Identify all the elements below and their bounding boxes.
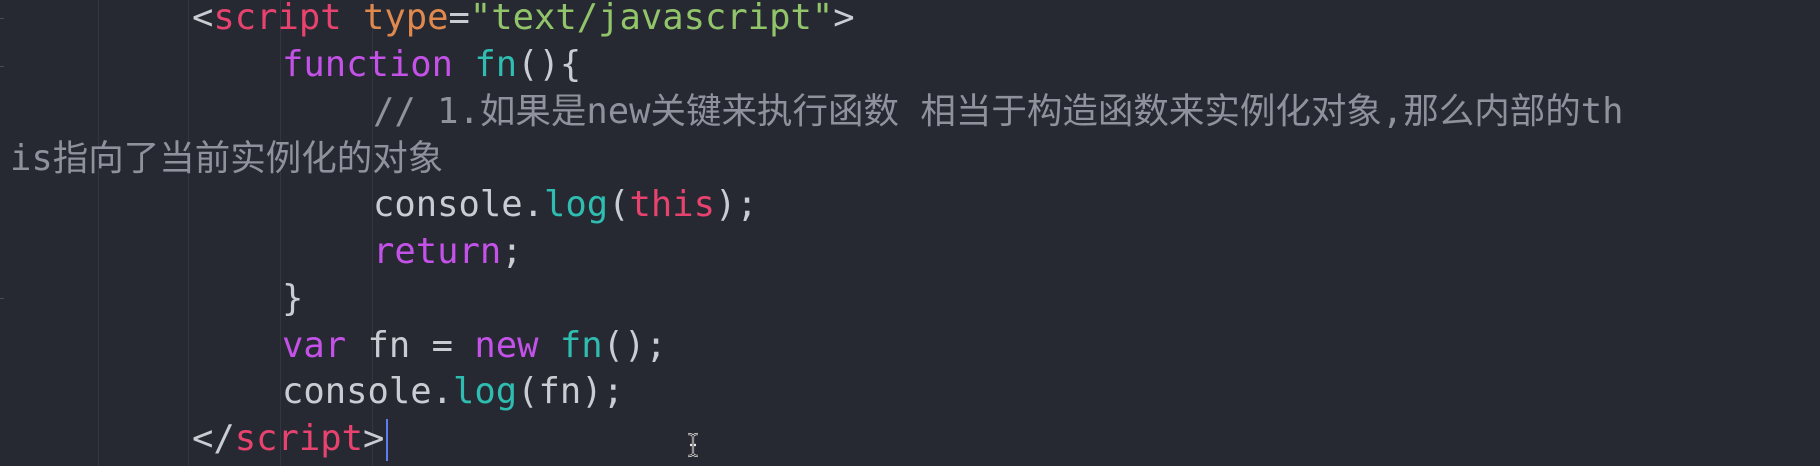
fold-marker-icon[interactable]: [0, 18, 4, 19]
code-line[interactable]: var fn = new fn();: [282, 322, 667, 369]
code-token: fn: [559, 325, 603, 366]
code-token: type: [363, 0, 449, 38]
code-line[interactable]: is指向了当前实例化的对象: [10, 135, 443, 182]
code-line[interactable]: function fn(){: [282, 41, 581, 88]
code-token: function: [282, 44, 453, 85]
code-token: this: [629, 184, 715, 225]
text-caret: [386, 419, 389, 461]
code-token: return: [373, 231, 502, 272]
code-line[interactable]: console.log(fn);: [282, 368, 624, 415]
code-token: >: [363, 418, 385, 459]
indent-guide: [280, 0, 281, 466]
code-token: =: [448, 0, 470, 38]
code-token: <: [192, 0, 214, 38]
i-beam-cursor-icon: [687, 432, 699, 458]
code-token: console.: [373, 184, 544, 225]
fold-marker-icon[interactable]: [0, 66, 4, 67]
code-token: log: [543, 184, 609, 225]
code-line[interactable]: console.log(this);: [373, 181, 758, 228]
code-line[interactable]: }: [282, 275, 303, 322]
code-token: "text/javascript": [469, 0, 834, 38]
code-line[interactable]: <script type="text/javascript">: [192, 0, 855, 41]
fold-marker-icon[interactable]: [0, 298, 4, 299]
code-token: fn: [474, 44, 518, 85]
code-token: ;: [501, 231, 523, 272]
code-line[interactable]: </script>: [192, 415, 389, 462]
code-token: (fn);: [517, 371, 624, 412]
code-token: >: [833, 0, 855, 38]
code-token: var: [282, 325, 347, 366]
code-token: console.: [282, 371, 453, 412]
code-token: // 1.如果是new关键来执行函数 相当于构造函数来实例化对象,那么内部的th: [373, 91, 1624, 132]
code-token: (){: [517, 44, 582, 85]
indent-guide: [98, 0, 99, 466]
indent-guide: [188, 0, 189, 466]
code-token: </: [192, 418, 235, 459]
code-token: }: [282, 278, 304, 319]
code-line[interactable]: return;: [373, 228, 523, 275]
code-token: is指向了当前实例化的对象: [10, 138, 444, 179]
code-token: (: [608, 184, 630, 225]
code-editor[interactable]: <script type="text/javascript"> function…: [0, 0, 1820, 466]
code-token: script: [234, 418, 363, 459]
code-token: );: [714, 184, 758, 225]
code-token: fn =: [346, 325, 475, 366]
code-token: script: [213, 0, 342, 38]
code-token: log: [452, 371, 518, 412]
code-line[interactable]: // 1.如果是new关键来执行函数 相当于构造函数来实例化对象,那么内部的th: [373, 88, 1623, 135]
code-token: ();: [602, 325, 667, 366]
code-token: new: [474, 325, 539, 366]
